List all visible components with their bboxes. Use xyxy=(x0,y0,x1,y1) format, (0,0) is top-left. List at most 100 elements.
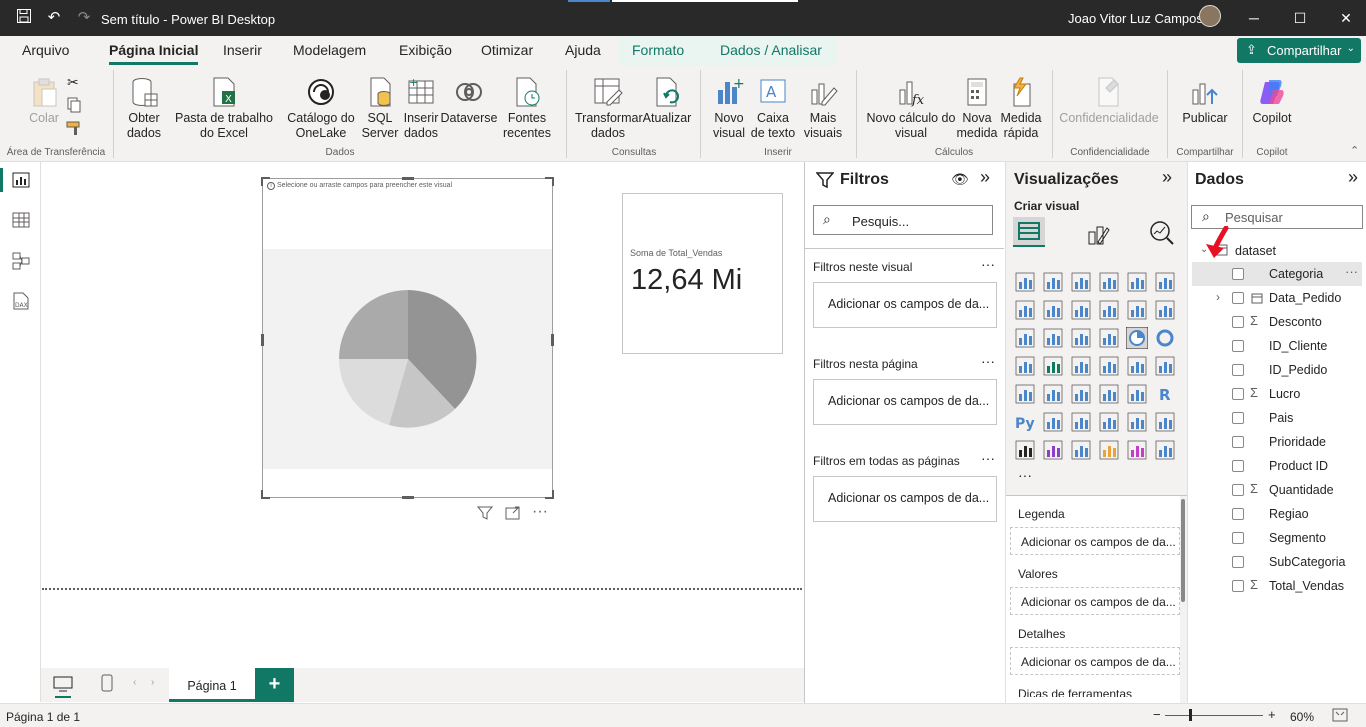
publish-button[interactable]: Publicar xyxy=(1180,76,1230,126)
maximize-button[interactable]: ☐ xyxy=(1288,6,1312,30)
r-visual-icon[interactable]: R xyxy=(1154,383,1176,405)
donut-chart-icon[interactable] xyxy=(1154,327,1176,349)
tab-formato[interactable]: Formato xyxy=(632,42,684,58)
pie-chart-icon[interactable] xyxy=(1125,326,1149,350)
python-visual-icon[interactable]: Py xyxy=(1014,411,1036,433)
field-checkbox[interactable] xyxy=(1232,508,1244,520)
copy-icon[interactable] xyxy=(66,97,82,116)
field-checkbox[interactable] xyxy=(1232,268,1244,280)
more-options-icon[interactable]: ··· xyxy=(1345,264,1358,279)
tab-modelagem[interactable]: Modelagem xyxy=(293,42,366,58)
report-view-icon[interactable] xyxy=(12,172,30,191)
field-checkbox[interactable] xyxy=(1232,436,1244,448)
matrix-icon[interactable] xyxy=(1126,383,1148,405)
avatar[interactable] xyxy=(1199,5,1221,27)
model-view-icon[interactable] xyxy=(12,252,30,273)
power-automate-icon[interactable] xyxy=(1070,439,1092,461)
transform-data-button[interactable]: Transformar dados xyxy=(575,76,643,141)
resize-handle[interactable] xyxy=(261,490,270,499)
paginated-report-icon[interactable] xyxy=(1014,439,1036,461)
analytics-tab[interactable] xyxy=(1149,220,1175,249)
100-column-chart-icon[interactable] xyxy=(1154,271,1176,293)
ribbon-chart-icon[interactable] xyxy=(1014,327,1036,349)
collapse-data-icon[interactable]: » xyxy=(1348,167,1358,188)
stacked-bar-chart-icon[interactable] xyxy=(1014,271,1036,293)
filters-search-input[interactable]: ⌕ Pesquis... xyxy=(813,205,993,235)
dax-query-view-icon[interactable]: DAX xyxy=(12,292,30,313)
power-apps-icon[interactable] xyxy=(1042,439,1064,461)
clustered-column-chart-icon[interactable] xyxy=(1098,271,1120,293)
field-checkbox[interactable] xyxy=(1232,556,1244,568)
field-checkbox[interactable] xyxy=(1232,340,1244,352)
shape-map-icon[interactable] xyxy=(1126,439,1148,461)
collapse-viz-icon[interactable]: » xyxy=(1162,167,1172,188)
more-visual-icon[interactable] xyxy=(1154,439,1176,461)
tab-dados-analisar[interactable]: Dados / Analisar xyxy=(720,42,822,58)
kpi-icon[interactable] xyxy=(1042,383,1064,405)
more-options-icon[interactable]: ··· xyxy=(981,450,995,466)
minimize-button[interactable]: ─ xyxy=(1242,6,1266,30)
collapse-ribbon-icon[interactable]: ⌃ xyxy=(1350,144,1359,157)
arcgis-icon[interactable] xyxy=(1098,439,1120,461)
slicer-icon[interactable] xyxy=(1070,383,1092,405)
resize-handle[interactable] xyxy=(402,177,414,180)
field-checkbox[interactable] xyxy=(1232,364,1244,376)
tab-ajuda[interactable]: Ajuda xyxy=(565,42,601,58)
field-row[interactable]: Pais xyxy=(1188,406,1366,430)
format-visual-tab[interactable] xyxy=(1086,222,1110,249)
field-row[interactable]: Product ID xyxy=(1188,454,1366,478)
add-page-button[interactable]: + xyxy=(255,668,294,702)
filters-page-dropzone[interactable]: Adicionar os campos de da... xyxy=(813,379,997,425)
clustered-bar-chart-icon[interactable] xyxy=(1070,271,1092,293)
field-row[interactable]: › Data_Pedido xyxy=(1188,286,1366,310)
filters-all-pages-dropzone[interactable]: Adicionar os campos de da... xyxy=(813,476,997,522)
eye-icon[interactable]: 👁 xyxy=(951,171,969,188)
field-row[interactable]: Σ Total_Vendas xyxy=(1188,574,1366,598)
more-options-icon[interactable]: ··· xyxy=(981,353,995,369)
expand-chevron-icon[interactable]: › xyxy=(1216,290,1220,304)
field-row[interactable]: Σ Lucro xyxy=(1188,382,1366,406)
focus-mode-icon[interactable] xyxy=(505,505,521,524)
key-influencers-icon[interactable] xyxy=(1042,411,1064,433)
quick-measure-button[interactable]: Medida rápida xyxy=(998,76,1044,141)
field-row[interactable]: SubCategoria xyxy=(1188,550,1366,574)
fit-to-page-icon[interactable] xyxy=(1332,708,1348,725)
copilot-button[interactable]: Copilot xyxy=(1248,76,1296,126)
zoom-slider[interactable] xyxy=(1165,715,1263,716)
table-view-icon[interactable] xyxy=(12,212,30,231)
resize-handle[interactable] xyxy=(402,496,414,499)
format-painter-icon[interactable] xyxy=(66,120,82,139)
recent-sources-button[interactable]: Fontes recentes xyxy=(496,76,558,141)
build-visual-tab[interactable] xyxy=(1013,217,1045,247)
field-row[interactable]: Regiao xyxy=(1188,502,1366,526)
field-row[interactable]: ID_Cliente xyxy=(1188,334,1366,358)
treemap-icon[interactable] xyxy=(1014,355,1036,377)
gauge-icon[interactable] xyxy=(1126,355,1148,377)
100-area-chart-icon[interactable] xyxy=(1098,299,1120,321)
card-visual[interactable]: Soma de Total_Vendas 12,64 Mi xyxy=(622,193,783,354)
table-name-dataset[interactable]: dataset xyxy=(1235,244,1276,258)
zoom-out-button[interactable]: − xyxy=(1153,707,1161,722)
zoom-slider-thumb[interactable] xyxy=(1189,709,1192,721)
resize-handle[interactable] xyxy=(261,177,270,186)
cut-icon[interactable]: ✂ xyxy=(67,74,79,91)
field-checkbox[interactable] xyxy=(1232,532,1244,544)
filters-visual-dropzone[interactable]: Adicionar os campos de da... xyxy=(813,282,997,328)
more-visuals-ellipsis[interactable]: ··· xyxy=(1018,467,1032,483)
well-details-dropzone[interactable]: Adicionar os campos de da... xyxy=(1010,647,1180,675)
more-options-icon[interactable]: ··· xyxy=(532,503,548,521)
desktop-layout-icon[interactable] xyxy=(53,676,73,695)
area-chart-icon[interactable] xyxy=(1042,299,1064,321)
goals-icon[interactable] xyxy=(1154,411,1176,433)
field-checkbox[interactable] xyxy=(1232,484,1244,496)
save-icon[interactable] xyxy=(14,8,34,28)
line-chart-icon[interactable] xyxy=(1014,299,1036,321)
refresh-button[interactable]: Atualizar xyxy=(641,76,693,126)
narrative-icon[interactable] xyxy=(1126,411,1148,433)
field-row[interactable]: Σ Desconto xyxy=(1188,310,1366,334)
filter-icon[interactable] xyxy=(476,505,494,524)
waterfall-chart-icon[interactable] xyxy=(1042,327,1064,349)
field-checkbox[interactable] xyxy=(1232,460,1244,472)
excel-workbook-button[interactable]: X Pasta de trabalho do Excel xyxy=(168,76,280,141)
mobile-layout-icon[interactable] xyxy=(101,674,113,695)
